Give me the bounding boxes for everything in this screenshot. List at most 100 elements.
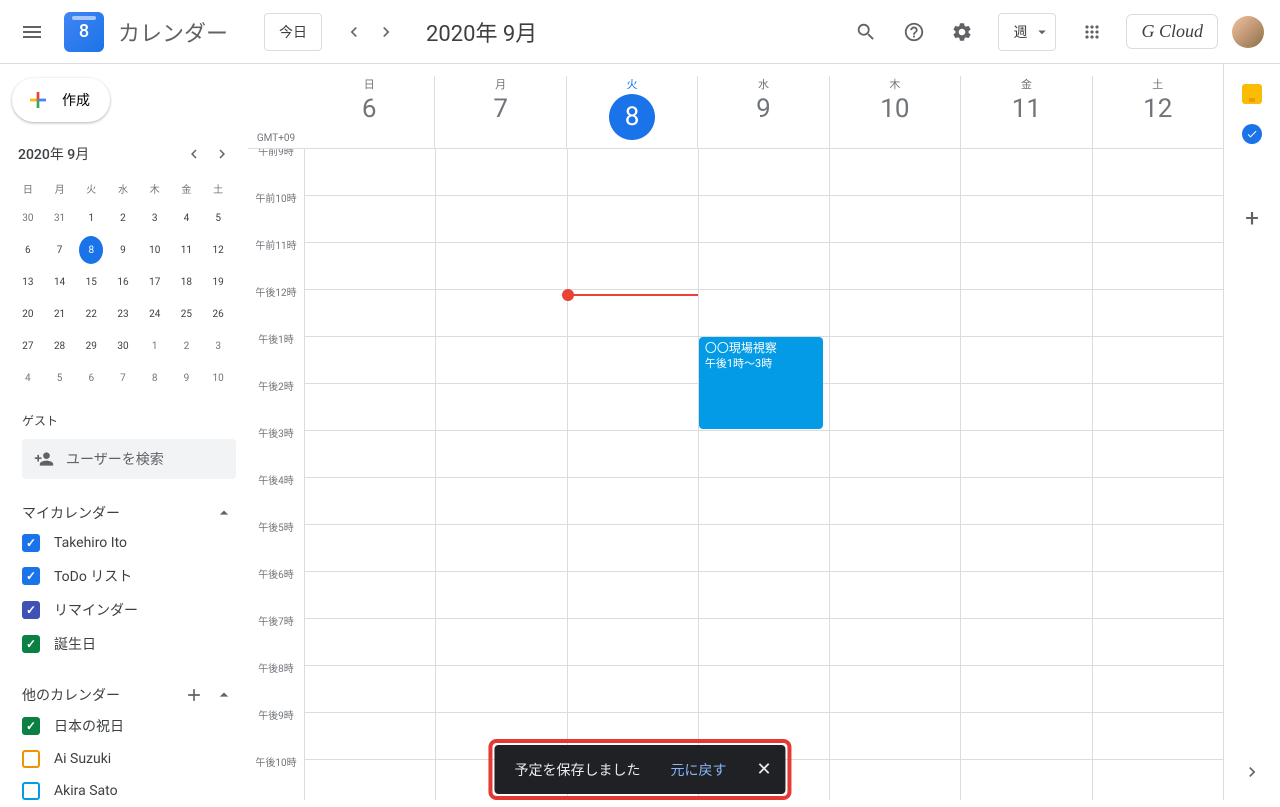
day-header[interactable]: 金11 xyxy=(960,76,1091,148)
mini-day-cell[interactable]: 6 xyxy=(79,364,103,392)
mini-day-cell[interactable]: 28 xyxy=(48,332,72,360)
my-calendars-toggle[interactable]: マイカレンダー xyxy=(22,499,234,527)
mini-day-cell[interactable]: 31 xyxy=(48,204,72,232)
day-column[interactable] xyxy=(829,149,960,800)
calendar-item[interactable]: ToDo リスト xyxy=(22,559,234,593)
mini-day-cell[interactable]: 15 xyxy=(79,268,103,296)
calendar-checkbox[interactable] xyxy=(22,534,40,552)
day-header[interactable]: 木10 xyxy=(829,76,960,148)
mini-day-cell[interactable]: 9 xyxy=(111,236,135,264)
calendar-item[interactable]: リマインダー xyxy=(22,593,234,627)
mini-day-cell[interactable]: 3 xyxy=(143,204,167,232)
mini-day-cell[interactable]: 2 xyxy=(111,204,135,232)
calendar-checkbox[interactable] xyxy=(22,567,40,585)
mini-day-cell[interactable]: 29 xyxy=(79,332,103,360)
today-button[interactable]: 今日 xyxy=(264,13,322,51)
calendar-checkbox[interactable] xyxy=(22,782,40,800)
mini-day-cell[interactable]: 7 xyxy=(111,364,135,392)
mini-day-cell[interactable]: 22 xyxy=(79,300,103,328)
other-calendars-toggle[interactable]: 他のカレンダー xyxy=(22,681,234,709)
mini-day-cell[interactable]: 2 xyxy=(174,332,198,360)
toast-close-button[interactable]: ✕ xyxy=(756,759,771,780)
mini-day-cell[interactable]: 1 xyxy=(79,204,103,232)
mini-day-cell[interactable]: 23 xyxy=(111,300,135,328)
mini-day-cell[interactable]: 9 xyxy=(174,364,198,392)
mini-day-cell[interactable]: 6 xyxy=(16,236,40,264)
day-header[interactable]: 火8 xyxy=(566,76,697,148)
keep-icon[interactable] xyxy=(1242,84,1262,104)
toast-undo-button[interactable]: 元に戻す xyxy=(670,760,726,780)
mini-day-cell[interactable]: 8 xyxy=(143,364,167,392)
mini-day-cell[interactable]: 26 xyxy=(206,300,230,328)
day-header[interactable]: 月7 xyxy=(434,76,565,148)
hide-panel-button[interactable] xyxy=(1242,762,1262,782)
calendar-checkbox[interactable] xyxy=(22,717,40,735)
next-week-button[interactable] xyxy=(370,16,402,48)
mini-day-cell[interactable]: 20 xyxy=(16,300,40,328)
guest-search-placeholder: ユーザーを検索 xyxy=(66,449,164,469)
calendar-checkbox[interactable] xyxy=(22,601,40,619)
tasks-icon[interactable] xyxy=(1242,124,1262,144)
day-header[interactable]: 土12 xyxy=(1092,76,1223,148)
mini-day-cell[interactable]: 4 xyxy=(174,204,198,232)
mini-day-cell[interactable]: 10 xyxy=(143,236,167,264)
search-icon[interactable] xyxy=(846,12,886,52)
calendar-event[interactable]: 〇〇現場視察午後1時～3時 xyxy=(699,337,823,429)
day-header[interactable]: 水9 xyxy=(697,76,828,148)
calendar-name: Ai Suzuki xyxy=(54,751,111,767)
guest-search-input[interactable]: ユーザーを検索 xyxy=(22,439,236,479)
mini-day-cell[interactable]: 30 xyxy=(111,332,135,360)
mini-day-cell[interactable]: 18 xyxy=(174,268,198,296)
mini-day-cell[interactable]: 5 xyxy=(48,364,72,392)
calendar-item[interactable]: 日本の祝日 xyxy=(22,709,234,743)
mini-day-cell[interactable]: 7 xyxy=(48,236,72,264)
mini-day-cell[interactable]: 16 xyxy=(111,268,135,296)
calendar-item[interactable]: 誕生日 xyxy=(22,627,234,661)
mini-day-cell[interactable]: 24 xyxy=(143,300,167,328)
timezone-label: GMT+09 xyxy=(248,76,304,148)
calendar-item[interactable]: Takehiro Ito xyxy=(22,527,234,559)
mini-prev-button[interactable] xyxy=(182,142,206,166)
calendar-item[interactable]: Akira Sato xyxy=(22,775,234,807)
calendar-item[interactable]: Ai Suzuki xyxy=(22,743,234,775)
mini-day-cell[interactable]: 4 xyxy=(16,364,40,392)
day-column[interactable]: 〇〇現場視察午後1時～3時 xyxy=(698,149,829,800)
mini-day-cell[interactable]: 14 xyxy=(48,268,72,296)
day-column[interactable] xyxy=(960,149,1091,800)
mini-day-cell[interactable]: 25 xyxy=(174,300,198,328)
mini-next-button[interactable] xyxy=(210,142,234,166)
mini-day-cell[interactable]: 21 xyxy=(48,300,72,328)
day-column[interactable] xyxy=(567,149,698,800)
day-column[interactable] xyxy=(1092,149,1223,800)
mini-day-cell[interactable]: 19 xyxy=(206,268,230,296)
mini-day-cell[interactable]: 8 xyxy=(79,236,103,264)
mini-day-cell[interactable]: 27 xyxy=(16,332,40,360)
day-column[interactable] xyxy=(304,149,435,800)
menu-icon[interactable] xyxy=(8,8,56,56)
mini-day-cell[interactable]: 10 xyxy=(206,364,230,392)
chevron-up-icon xyxy=(214,503,234,523)
mini-day-cell[interactable]: 3 xyxy=(206,332,230,360)
mini-day-cell[interactable]: 12 xyxy=(206,236,230,264)
mini-day-cell[interactable]: 17 xyxy=(143,268,167,296)
addons-button[interactable]: + xyxy=(1245,204,1259,232)
mini-day-cell[interactable]: 11 xyxy=(174,236,198,264)
mini-day-cell[interactable]: 13 xyxy=(16,268,40,296)
calendar-checkbox[interactable] xyxy=(22,750,40,768)
gcloud-button[interactable]: G Cloud xyxy=(1126,14,1218,49)
dow-label: 水 xyxy=(698,76,828,92)
mini-day-cell[interactable]: 30 xyxy=(16,204,40,232)
mini-day-cell[interactable]: 1 xyxy=(143,332,167,360)
help-icon[interactable] xyxy=(894,12,934,52)
add-calendar-icon[interactable] xyxy=(184,685,204,705)
user-avatar[interactable] xyxy=(1232,16,1264,48)
settings-icon[interactable] xyxy=(942,12,982,52)
calendar-checkbox[interactable] xyxy=(22,635,40,653)
create-button[interactable]: 作成 xyxy=(12,78,110,122)
prev-week-button[interactable] xyxy=(338,16,370,48)
day-column[interactable] xyxy=(435,149,566,800)
mini-day-cell[interactable]: 5 xyxy=(206,204,230,232)
apps-icon[interactable] xyxy=(1072,12,1112,52)
view-select[interactable]: 週 xyxy=(998,13,1056,51)
day-header[interactable]: 日6 xyxy=(304,76,434,148)
